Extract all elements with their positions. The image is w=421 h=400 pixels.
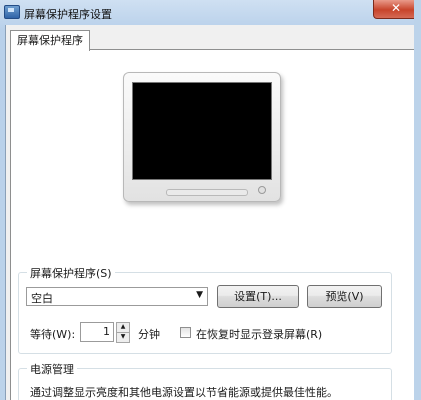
monitor-slot bbox=[166, 189, 248, 196]
stepper-down-icon[interactable]: ▼ bbox=[116, 332, 130, 343]
resume-logon-checkbox[interactable] bbox=[180, 327, 191, 338]
power-led-icon bbox=[258, 186, 266, 194]
settings-button[interactable]: 设置(T)... bbox=[217, 285, 299, 308]
preview-button[interactable]: 预览(V) bbox=[307, 285, 382, 308]
screensaver-select[interactable]: 空白 ▼ bbox=[26, 287, 208, 306]
tab-screensaver[interactable]: 屏幕保护程序 bbox=[10, 30, 90, 51]
resume-logon-label[interactable]: 在恢复时显示登录屏幕(R) bbox=[196, 326, 322, 342]
window-title: 屏幕保护程序设置 bbox=[24, 8, 112, 21]
title-bar[interactable]: 屏幕保护程序设置 ✕ bbox=[0, 0, 421, 25]
wait-label: 等待(W): bbox=[30, 328, 76, 341]
power-description: 通过调整显示亮度和其他电源设置以节省能源或提供最佳性能。 bbox=[30, 386, 338, 399]
screensaver-group-label: 屏幕保护程序(S) bbox=[27, 265, 115, 281]
monitor-preview bbox=[123, 72, 281, 204]
wait-minutes-input[interactable]: 1 bbox=[80, 322, 114, 342]
monitor-icon bbox=[123, 72, 281, 202]
window-edge bbox=[414, 0, 421, 400]
preview-screen bbox=[132, 82, 272, 180]
screensaver-select-value: 空白 bbox=[31, 292, 53, 305]
close-button[interactable]: ✕ bbox=[373, 0, 419, 19]
power-group-label: 电源管理 bbox=[27, 361, 77, 377]
screensaver-settings-window: 屏幕保护程序设置 ✕ 屏幕保护程序 屏幕保护程序(S) 空白 ▼ 设置(T)..… bbox=[0, 0, 421, 400]
wait-unit-label: 分钟 bbox=[138, 328, 160, 341]
wait-stepper[interactable]: ▲ ▼ bbox=[116, 322, 130, 343]
display-icon bbox=[4, 5, 20, 19]
chevron-down-icon: ▼ bbox=[196, 290, 203, 300]
